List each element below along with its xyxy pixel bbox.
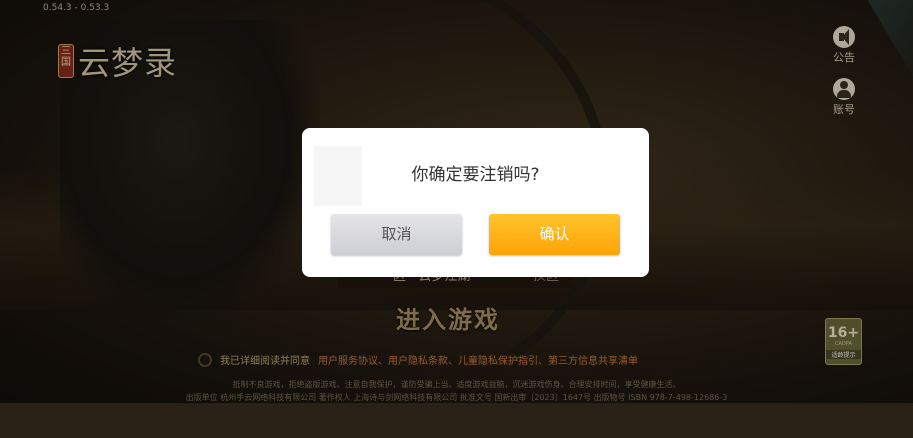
confirm-button[interactable]: 确认 <box>489 214 620 255</box>
cancel-button[interactable]: 取消 <box>331 214 462 255</box>
logout-confirm-dialog: 你确定要注销吗? 取消 确认 <box>302 128 649 277</box>
dialog-title: 你确定要注销吗? <box>411 165 540 185</box>
